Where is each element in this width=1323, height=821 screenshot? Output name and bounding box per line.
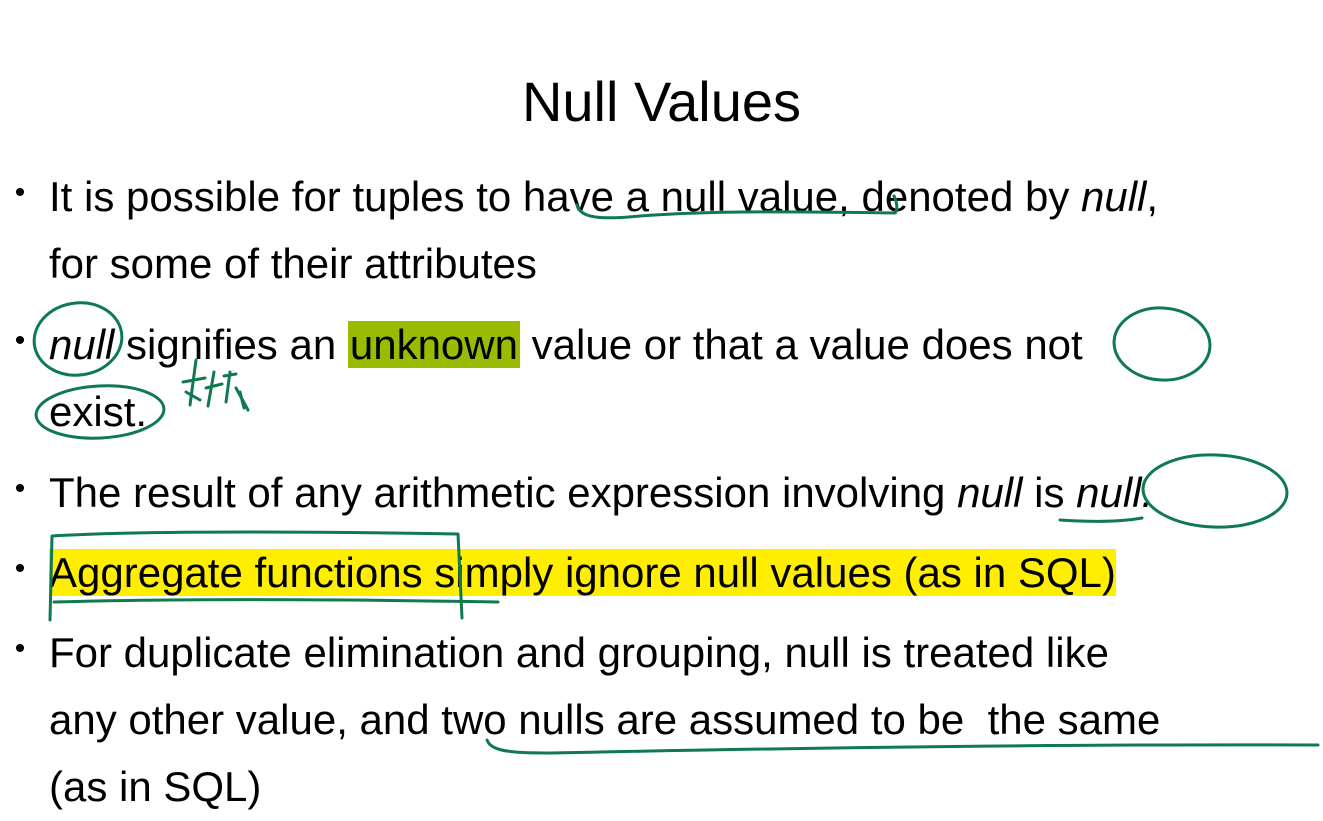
circle-stroke: [32, 301, 124, 377]
underline-stroke: [52, 598, 500, 604]
underline-stroke: [1058, 516, 1144, 523]
circle-stroke: [34, 384, 166, 440]
circle-stroke: [1112, 306, 1212, 382]
circle-stroke: [1141, 453, 1289, 529]
handwriting-stroke: [181, 358, 250, 412]
underline-stroke: [485, 738, 1320, 755]
slide: Null Values • It is possible for tuples …: [0, 0, 1323, 821]
underline-stroke: [575, 194, 899, 220]
pen-annotations: [32, 194, 1320, 755]
box-stroke: [48, 530, 464, 622]
